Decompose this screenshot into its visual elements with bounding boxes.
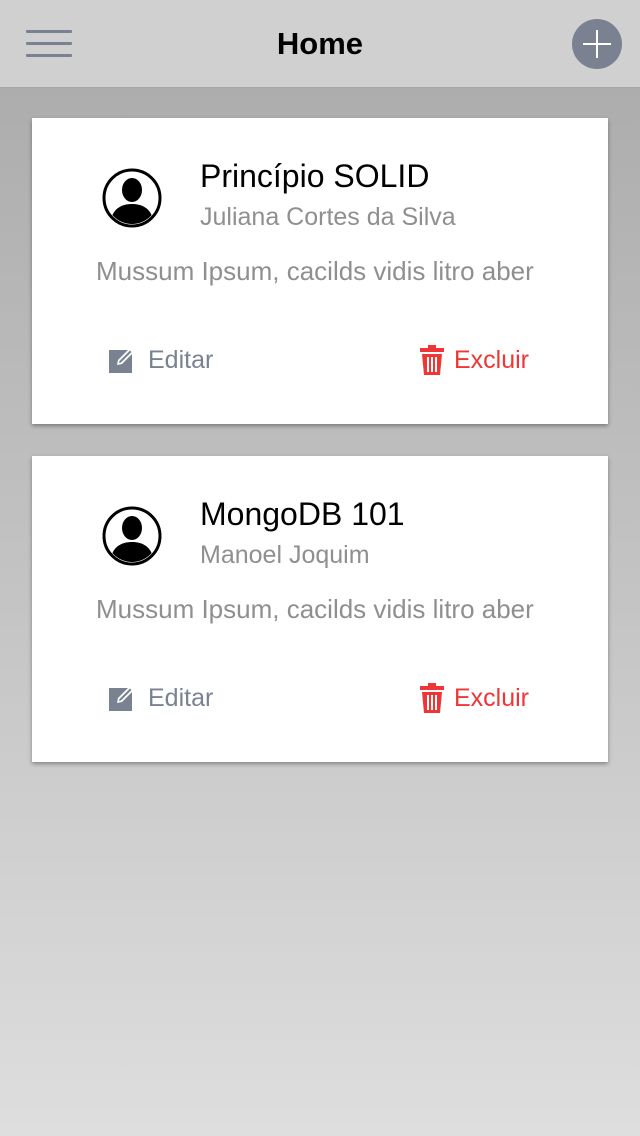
pencil-square-icon: [109, 348, 134, 373]
trash-icon: [420, 345, 444, 375]
card-description: Mussum Ipsum, cacilds vidis litro aber: [96, 256, 534, 286]
pencil-square-icon: [109, 686, 134, 711]
delete-button[interactable]: Excluir: [420, 343, 529, 377]
user-avatar-icon: [102, 168, 162, 228]
delete-label: Excluir: [454, 683, 530, 712]
page-title: Home: [276, 26, 364, 61]
navbar: Home: [0, 0, 640, 88]
card-title: Princípio SOLID: [200, 158, 430, 194]
card-author: Juliana Cortes da Silva: [200, 203, 456, 231]
delete-button[interactable]: Excluir: [420, 681, 529, 715]
edit-label: Editar: [148, 345, 214, 374]
plus-icon: [583, 30, 611, 58]
edit-button[interactable]: Editar: [108, 681, 213, 715]
post-card: Princípio SOLID Juliana Cortes da Silva …: [32, 118, 608, 424]
trash-icon: [420, 683, 444, 713]
delete-label: Excluir: [454, 345, 530, 374]
edit-button[interactable]: Editar: [108, 343, 213, 377]
user-avatar-icon: [102, 506, 162, 566]
post-card: MongoDB 101 Manoel Joquim Mussum Ipsum, …: [32, 456, 608, 762]
add-button[interactable]: [572, 19, 622, 69]
card-author: Manoel Joquim: [200, 541, 370, 569]
edit-label: Editar: [148, 683, 214, 712]
card-title: MongoDB 101: [200, 496, 405, 532]
card-description: Mussum Ipsum, cacilds vidis litro aber: [96, 594, 534, 624]
